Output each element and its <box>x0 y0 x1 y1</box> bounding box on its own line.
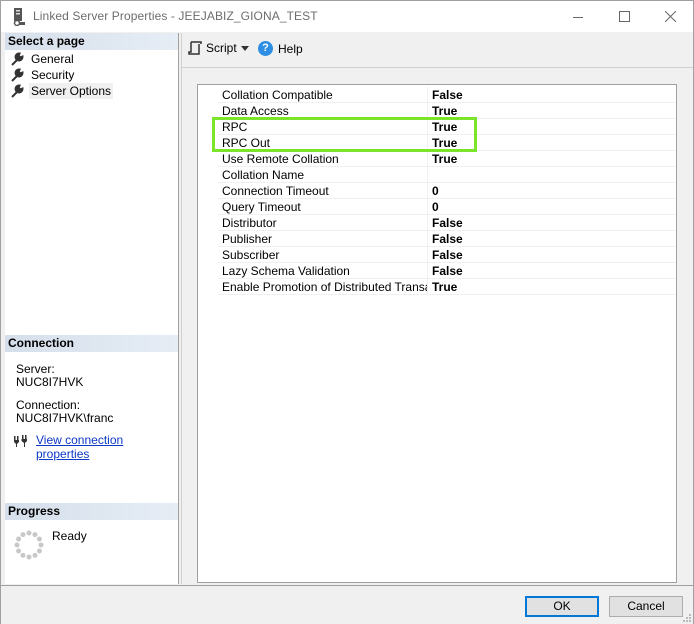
property-name: Data Access <box>222 104 289 118</box>
column-divider <box>427 199 428 215</box>
property-row[interactable]: Enable Promotion of Distributed Transact… <box>218 279 676 295</box>
property-value[interactable]: 0 <box>432 200 439 214</box>
button-bar: OK Cancel <box>1 585 693 624</box>
toolbar: Script ? Help <box>182 33 693 68</box>
page-item-general[interactable]: General <box>10 51 76 67</box>
page-item-security[interactable]: Security <box>10 67 76 83</box>
property-name: Query Timeout <box>222 200 301 214</box>
property-grid: Collation Compatible False Data Access True… <box>197 84 677 583</box>
property-value[interactable]: False <box>432 88 463 102</box>
wrench-icon <box>11 84 24 98</box>
column-divider <box>427 183 428 199</box>
property-row[interactable]: Subscriber False <box>218 247 676 263</box>
view-connection-properties-link[interactable]: View connection properties <box>36 433 178 461</box>
property-name: Collation Name <box>222 168 305 182</box>
grid-gutter <box>198 85 218 295</box>
progress-header: Progress <box>5 503 178 520</box>
property-row[interactable]: Collation Compatible False <box>218 87 676 103</box>
spinner-icon <box>14 530 44 560</box>
ok-button[interactable]: OK <box>525 596 599 617</box>
plug-icon <box>14 435 27 447</box>
close-button[interactable] <box>647 1 693 32</box>
column-divider <box>427 151 428 167</box>
page-item-label: Security <box>31 68 75 82</box>
property-row[interactable]: Publisher False <box>218 231 676 247</box>
column-divider <box>427 87 428 103</box>
property-value[interactable]: 0 <box>432 184 439 198</box>
page-item-label: General <box>31 52 74 66</box>
property-value[interactable]: True <box>432 152 457 166</box>
content-area: Collation Compatible False Data Access True… <box>182 69 693 584</box>
property-row[interactable]: Connection Timeout 0 <box>218 183 676 199</box>
window-title: Linked Server Properties - JEEJABIZ_GION… <box>33 9 318 23</box>
column-divider <box>427 119 428 135</box>
property-name: Publisher <box>222 232 273 246</box>
help-button[interactable]: ? Help <box>258 41 303 56</box>
server-properties-icon <box>13 8 25 26</box>
linked-server-properties-dialog: Linked Server Properties - JEEJABIZ_GION… <box>0 0 694 624</box>
property-value[interactable]: False <box>432 264 463 278</box>
page-item-server-options[interactable]: Server Options <box>10 83 114 99</box>
column-divider <box>427 215 428 231</box>
progress-status: Ready <box>52 529 87 543</box>
property-name: Collation Compatible <box>222 88 333 102</box>
property-row[interactable]: Query Timeout 0 <box>218 199 676 215</box>
connection-header: Connection <box>5 335 178 352</box>
property-name: Distributor <box>222 216 277 230</box>
property-value[interactable]: True <box>432 280 457 294</box>
wrench-icon <box>11 68 24 82</box>
column-divider <box>427 247 428 263</box>
script-dropdown-arrow-icon[interactable] <box>241 46 249 51</box>
minimize-icon <box>573 16 583 18</box>
page-item-label: Server Options <box>29 83 114 99</box>
property-row[interactable]: Use Remote Collation True <box>218 151 676 167</box>
server-label: Server: <box>16 362 55 376</box>
property-name: RPC Out <box>222 136 271 150</box>
property-name: Connection Timeout <box>222 184 329 198</box>
column-divider <box>427 279 428 295</box>
wrench-icon <box>11 52 24 66</box>
property-name: Lazy Schema Validation <box>222 264 350 278</box>
property-name: Subscriber <box>222 248 280 262</box>
resize-grip-icon[interactable] <box>681 612 691 622</box>
property-row[interactable]: Lazy Schema Validation False <box>218 263 676 279</box>
minimize-button[interactable] <box>555 1 601 32</box>
server-value: NUC8I7HVK <box>16 375 84 389</box>
maximize-button[interactable] <box>601 1 647 32</box>
property-value[interactable]: True <box>432 136 457 150</box>
property-value[interactable]: True <box>432 120 457 134</box>
column-divider <box>427 231 428 247</box>
property-row[interactable]: RPC True <box>218 119 676 135</box>
column-divider <box>427 167 428 183</box>
column-divider <box>427 103 428 119</box>
script-label: Script <box>206 41 237 55</box>
column-divider <box>427 263 428 279</box>
script-icon <box>188 41 202 55</box>
script-button[interactable]: Script <box>188 41 237 55</box>
help-icon: ? <box>258 41 273 56</box>
right-pane: Script ? Help Collation Compatible False D… <box>181 33 693 584</box>
column-divider <box>427 135 428 151</box>
left-pane: Select a page General Security Server Op… <box>5 33 179 584</box>
property-value[interactable]: False <box>432 248 463 262</box>
property-name: Enable Promotion of Distributed Transact… <box>222 280 428 294</box>
cancel-button[interactable]: Cancel <box>609 596 683 617</box>
property-name: RPC <box>222 120 248 134</box>
connection-label: Connection: <box>16 398 81 412</box>
property-row[interactable]: Data Access True <box>218 103 676 119</box>
connection-value: NUC8I7HVK\franc <box>16 411 114 425</box>
close-icon <box>664 11 676 22</box>
property-row[interactable]: Distributor False <box>218 215 676 231</box>
property-value[interactable]: True <box>432 104 457 118</box>
property-value[interactable]: False <box>432 232 463 246</box>
property-row[interactable]: RPC Out True <box>218 135 676 151</box>
title-bar: Linked Server Properties - JEEJABIZ_GION… <box>1 1 693 32</box>
property-name: Use Remote Collation <box>222 152 339 166</box>
select-page-header: Select a page <box>5 33 178 50</box>
property-value[interactable]: False <box>432 216 463 230</box>
help-label: Help <box>278 41 303 56</box>
property-row[interactable]: Collation Name <box>218 167 676 183</box>
maximize-icon <box>618 11 630 22</box>
